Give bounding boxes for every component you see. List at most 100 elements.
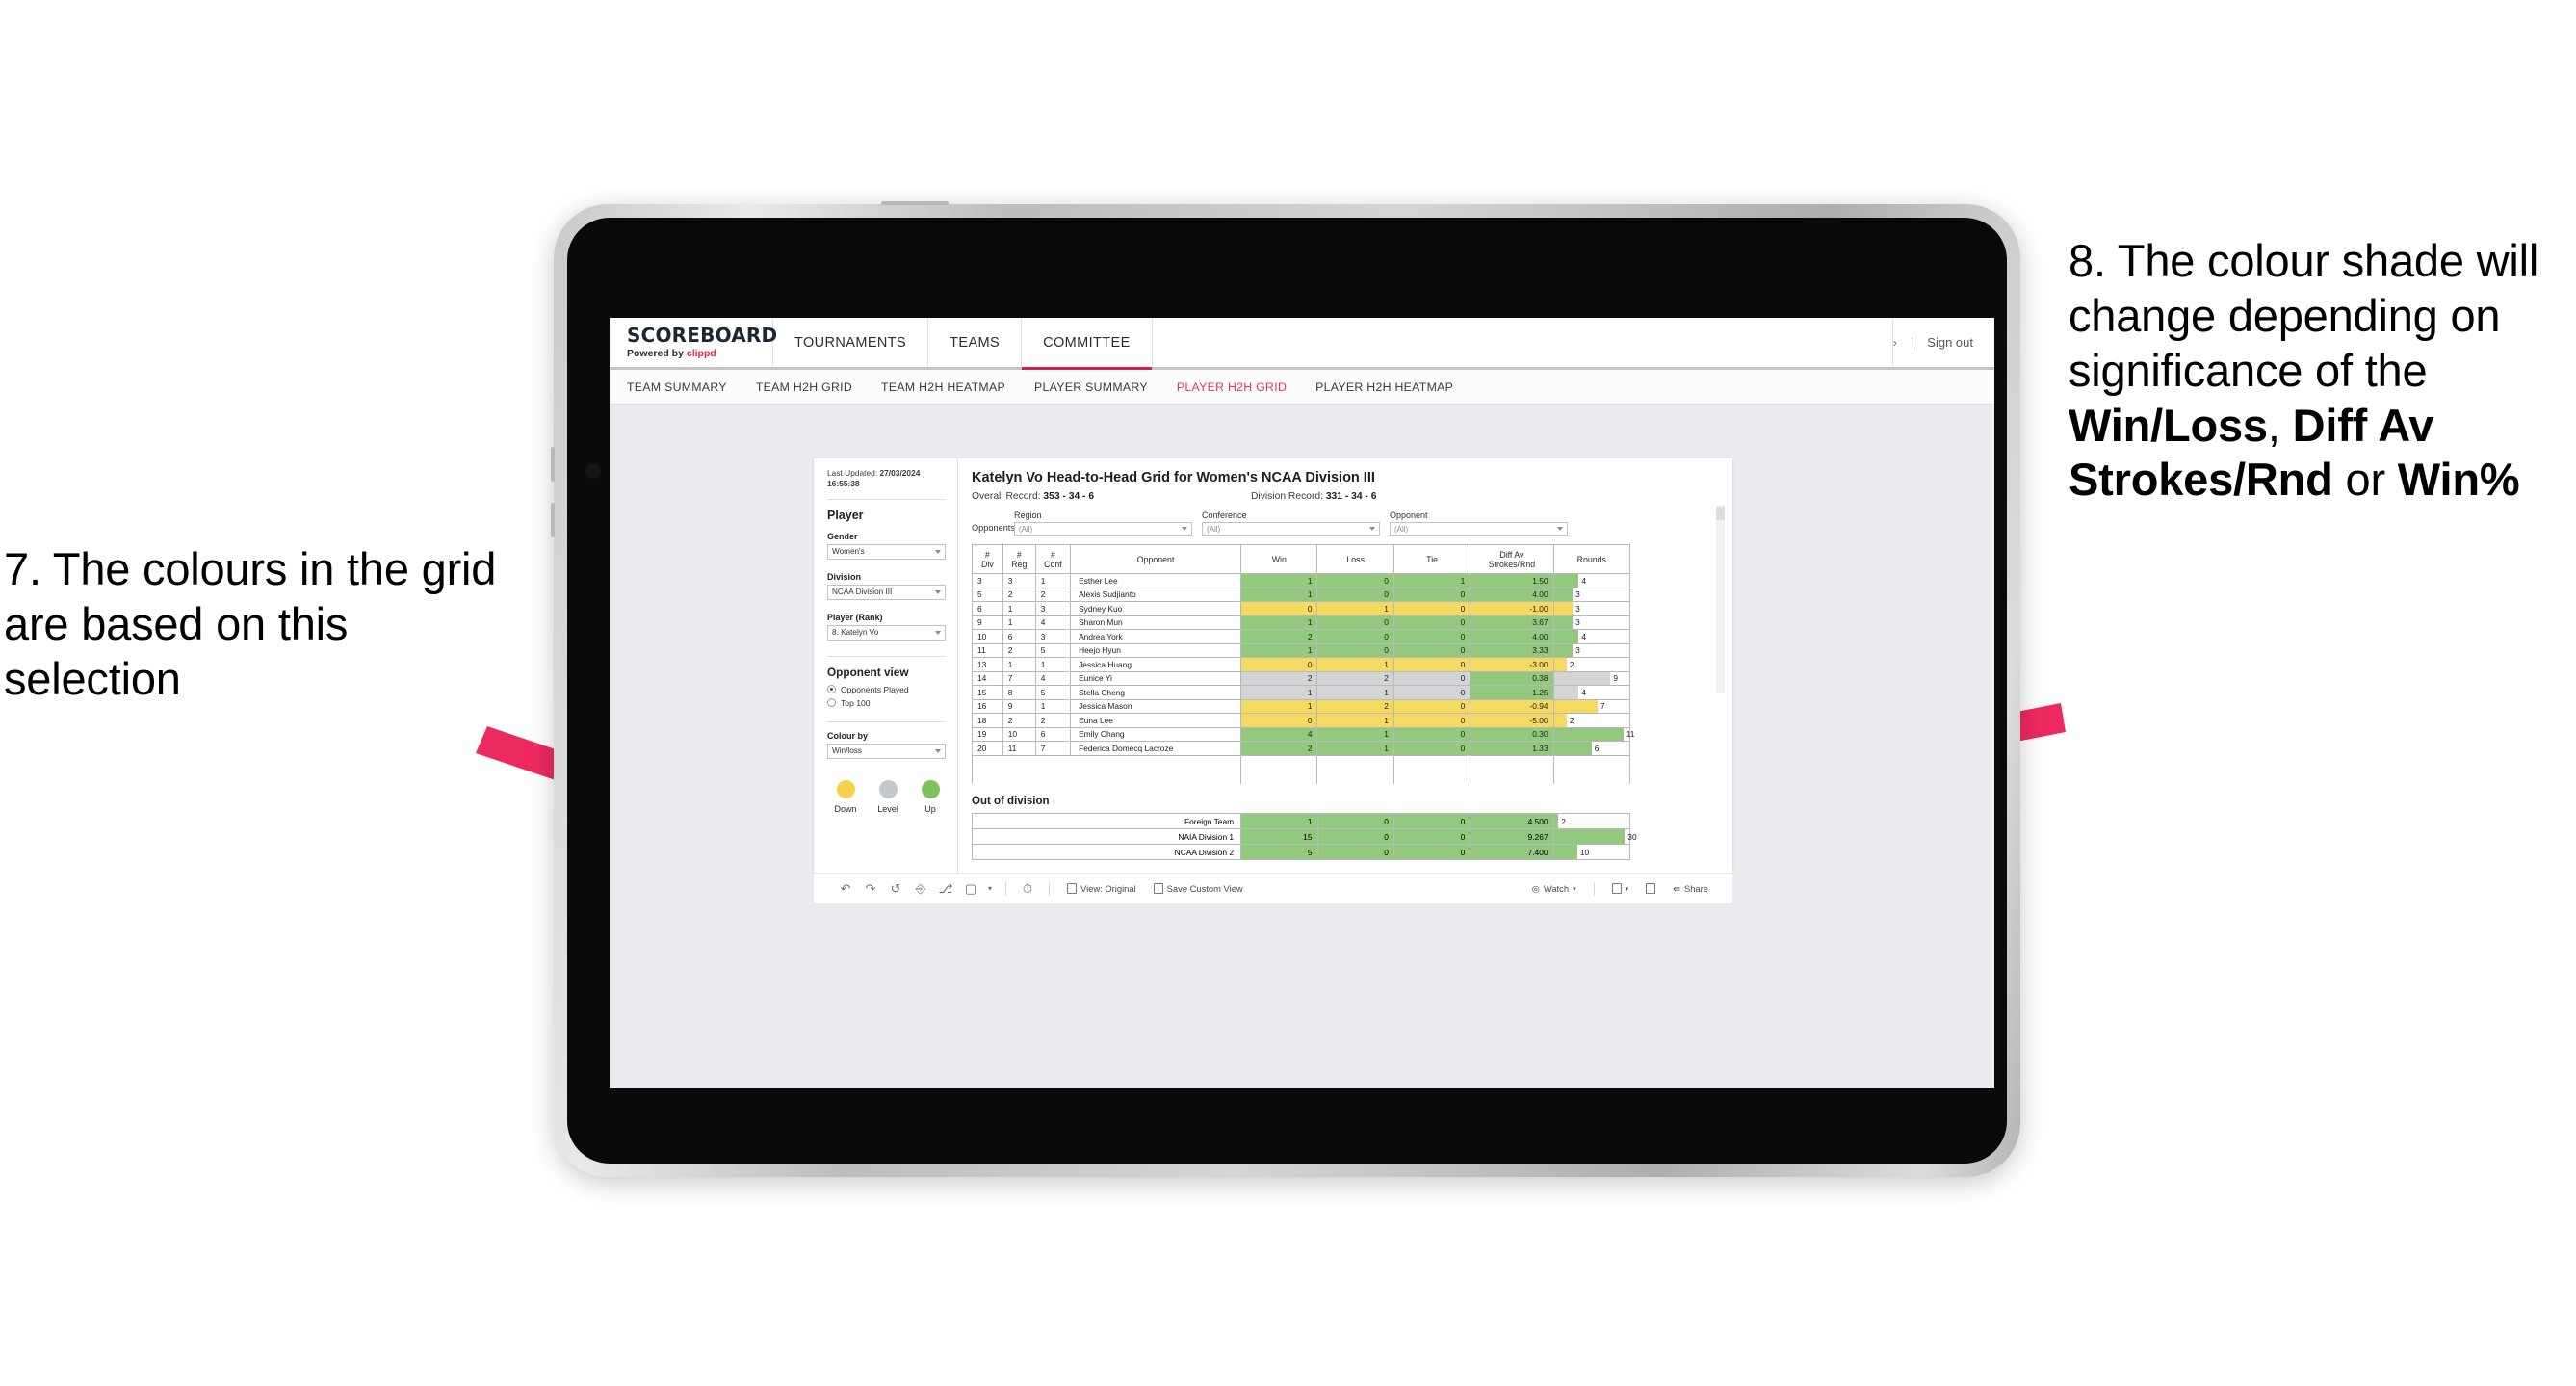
sign-out-link[interactable]: Sign out — [1927, 335, 1973, 350]
table-row[interactable]: 18 2 2 Euna Lee 0 1 0 -5.00 2 — [972, 713, 1631, 728]
cell-div: 16 — [972, 698, 1003, 714]
filter-panel: Last Updated: 27/03/2024 16:55:38 Player… — [814, 458, 958, 873]
table-row[interactable]: 6 1 3 Sydney Kuo 0 1 0 -1.00 3 — [972, 601, 1631, 616]
table-row[interactable]: 3 3 1 Esther Lee 1 0 1 1.50 4 — [972, 573, 1631, 588]
tab-team-h2h-grid[interactable]: TEAM H2H GRID — [756, 380, 852, 394]
shape-icon[interactable]: ▢ — [958, 881, 983, 897]
cell-loss: 2 — [1316, 670, 1394, 686]
redo-icon[interactable]: ↷ — [858, 881, 883, 897]
tablet-device: SCOREBOARD Powered by clippd TOURNAMENTS… — [551, 201, 2020, 1177]
alerts-icon[interactable]: ⏱ — [1015, 881, 1040, 897]
table-row[interactable]: 5 2 2 Alexis Sudjianto 1 0 0 4.00 3 — [972, 587, 1631, 602]
tab-player-h2h-grid[interactable]: PLAYER H2H GRID — [1177, 380, 1287, 394]
chevron-down-icon[interactable]: ▾ — [983, 884, 997, 893]
rounds-bar — [1553, 814, 1559, 828]
cell-tie: 1 — [1392, 573, 1471, 588]
annotation-8-bold-winpct: Win% — [2397, 454, 2520, 506]
revert-icon[interactable]: ↺ — [883, 881, 908, 897]
fullscreen-button[interactable] — [1637, 883, 1664, 894]
table-row[interactable]: NAIA Division 1 15 0 0 9.267 30 — [971, 828, 1637, 845]
out-of-division-table: Foreign Team 1 0 0 4.500 2 NAIA Division 1 15 0 0… — [971, 813, 1637, 860]
share-button[interactable]: ⇚ Share — [1664, 883, 1717, 895]
radio-opponents-played[interactable]: Opponents Played — [827, 685, 946, 694]
rounds-bar — [1553, 714, 1567, 727]
cell-div: 15 — [972, 685, 1003, 700]
save-custom-view-button[interactable]: Save Custom View — [1145, 883, 1252, 894]
table-row[interactable]: Foreign Team 1 0 0 4.500 2 — [971, 813, 1631, 829]
table-blank-row — [971, 755, 1631, 784]
select-conference[interactable]: (All) — [1202, 522, 1380, 536]
cell-reg: 2 — [1002, 587, 1036, 602]
cell-conf: 7 — [1034, 741, 1072, 756]
legend-item-level: Level — [875, 779, 900, 814]
pause-icon[interactable]: ⎇ — [933, 881, 958, 897]
download-button[interactable]: ▾ — [1603, 883, 1638, 894]
chevron-down-icon — [1557, 527, 1563, 531]
scrollbar-thumb[interactable] — [1716, 507, 1725, 520]
brand-logo[interactable]: SCOREBOARD Powered by clippd — [610, 318, 777, 367]
chevron-right-icon[interactable]: › — [1893, 335, 1897, 350]
power-button[interactable] — [881, 201, 949, 205]
refresh-icon[interactable]: ⎆ — [908, 881, 933, 897]
table-row[interactable]: 19 10 6 Emily Chang 4 1 0 0.30 11 — [972, 726, 1634, 742]
cell-tie: 0 — [1392, 698, 1471, 714]
table-row[interactable]: 15 8 5 Stella Cheng 1 1 0 1.25 4 — [972, 685, 1631, 700]
cell-opponent: Esther Lee — [1070, 573, 1242, 588]
divider — [1049, 881, 1050, 896]
radio-top-100[interactable]: Top 100 — [827, 698, 946, 708]
chevron-down-icon — [1182, 527, 1187, 531]
watch-button[interactable]: ◎ Watch ▾ — [1523, 883, 1585, 895]
view-original-button[interactable]: View: Original — [1058, 883, 1145, 894]
legend-dot-level — [878, 779, 898, 798]
cell-conf: 2 — [1034, 713, 1072, 728]
filter-heading-opponent-view: Opponent view — [827, 665, 909, 679]
select-division[interactable]: NCAA Division III — [827, 584, 946, 600]
table-row[interactable]: NCAA Division 2 5 0 0 7.400 10 — [971, 844, 1631, 860]
cell-loss: 0 — [1316, 587, 1394, 602]
topnav-item-committee[interactable]: COMMITTEE — [1022, 318, 1153, 370]
cell-conf: 2 — [1034, 587, 1072, 602]
table-row[interactable]: 14 7 4 Eunice Yi 2 2 0 0.38 9 — [972, 670, 1631, 686]
select-player-rank[interactable]: 8. Katelyn Vo — [827, 624, 946, 641]
overall-record-value: 353 - 34 - 6 — [1043, 491, 1095, 502]
overall-record-label: Overall Record: — [972, 491, 1044, 502]
cell-diff: 4.500 — [1470, 813, 1554, 829]
table-row[interactable]: 20 11 7 Federica Domecq Lacroze 2 1 0 1.33 6 — [972, 741, 1631, 756]
legend-label-level: Level — [877, 803, 898, 814]
select-opponent[interactable]: (All) — [1390, 522, 1568, 536]
cell-loss: 0 — [1316, 573, 1394, 588]
table-row[interactable]: 10 6 3 Andrea York 2 0 0 4.00 4 — [972, 629, 1631, 644]
filter-conference: Conference (All) — [1202, 510, 1380, 536]
select-region[interactable]: (All) — [1014, 522, 1192, 536]
cell-conf: 5 — [1034, 642, 1072, 658]
tab-team-h2h-heatmap[interactable]: TEAM H2H HEATMAP — [881, 380, 1005, 394]
tab-player-h2h-heatmap[interactable]: PLAYER H2H HEATMAP — [1315, 380, 1453, 394]
volume-up-button[interactable] — [551, 447, 555, 482]
cell-loss: 0 — [1316, 642, 1394, 658]
cell-loss: 0 — [1316, 615, 1394, 630]
table-row[interactable]: 16 9 1 Jessica Mason 1 2 0 -0.94 7 — [972, 698, 1631, 714]
table-row[interactable]: 11 2 5 Heejo Hyun 1 0 0 3.33 3 — [972, 642, 1631, 658]
cell-rounds: 2 — [1552, 657, 1631, 672]
undo-icon[interactable]: ↶ — [833, 881, 858, 897]
table-scrollbar[interactable] — [1716, 505, 1725, 693]
cell-tie: 0 — [1392, 726, 1471, 742]
cell-win: 0 — [1240, 657, 1318, 672]
cell-rounds: 9 — [1552, 670, 1631, 686]
topnav-item-teams[interactable]: TEAMS — [928, 318, 1023, 367]
tab-player-summary[interactable]: PLAYER SUMMARY — [1034, 380, 1148, 394]
blank-cell — [1240, 755, 1318, 784]
table-row[interactable]: 9 1 4 Sharon Mun 1 0 0 3.67 3 — [972, 615, 1631, 630]
browser-page: SCOREBOARD Powered by clippd TOURNAMENTS… — [610, 318, 1994, 1088]
cell-diff: 1.33 — [1470, 741, 1554, 756]
tab-team-summary[interactable]: TEAM SUMMARY — [627, 380, 727, 394]
radio-opponents-played-label: Opponents Played — [841, 684, 909, 694]
cell-diff: 4.00 — [1470, 587, 1554, 602]
rounds-label: 3 — [1575, 617, 1580, 628]
h2h-grid-table: # Div # Reg # Conf Opponent Win Loss Tie Di… — [971, 544, 1634, 784]
select-gender[interactable]: Women's — [827, 543, 946, 560]
select-colour-by[interactable]: Win/loss — [827, 743, 946, 759]
table-row[interactable]: 13 1 1 Jessica Huang 0 1 0 -3.00 2 — [972, 657, 1631, 672]
volume-down-button[interactable] — [551, 503, 555, 537]
topnav-item-tournaments[interactable]: TOURNAMENTS — [773, 318, 929, 367]
